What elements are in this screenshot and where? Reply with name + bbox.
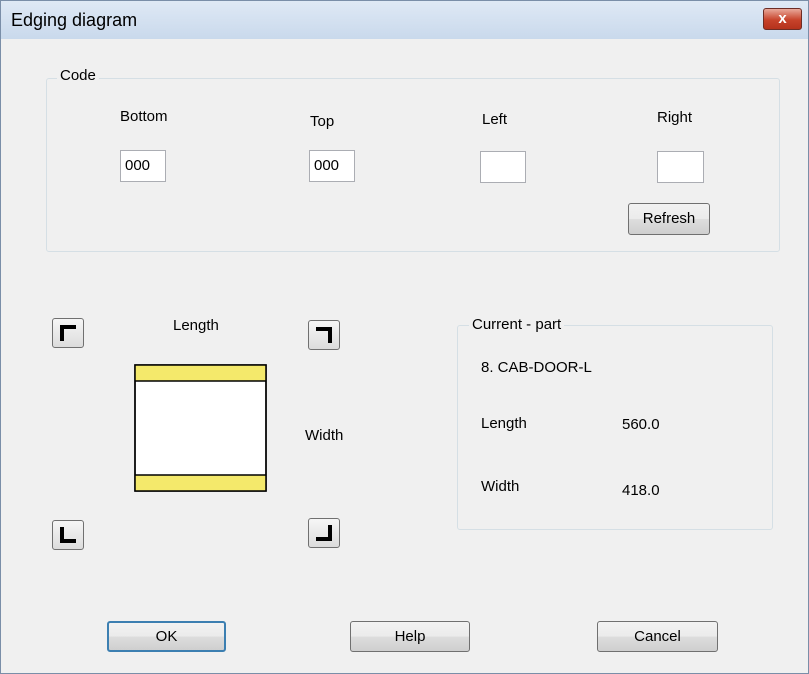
close-button[interactable]: x [763,8,802,30]
diagram-width-label: Width [305,427,344,444]
edging-diagram-dialog: Edging diagram x Code Bottom Top Left Ri… [0,0,809,674]
corner-top-right-icon [316,327,332,343]
bottom-code-input[interactable]: 000 [120,150,166,182]
diagram-length-label: Length [173,317,219,334]
corner-bottom-left-icon [60,527,76,543]
help-button[interactable]: Help [350,621,470,652]
window-title: Edging diagram [11,10,138,30]
right-code-input[interactable] [657,151,704,183]
ok-button[interactable]: OK [107,621,226,652]
code-group-label: Code [57,67,99,84]
bottom-label: Bottom [120,108,168,125]
left-label: Left [482,111,508,128]
part-length-label: Length [481,415,527,432]
top-label: Top [310,113,335,130]
corner-top-left-icon [60,325,76,341]
corner-bottom-left-button[interactable] [52,520,84,550]
bottom-edge-band [135,475,266,491]
top-edge-band [135,365,266,381]
part-width-value: 418.0 [622,482,660,499]
left-code-input[interactable] [480,151,526,183]
cancel-button[interactable]: Cancel [597,621,718,652]
part-edging-diagram [134,364,267,492]
part-name: 8. CAB-DOOR-L [481,359,592,376]
current-part-group-label: Current - part [469,316,565,333]
close-icon: x [778,10,787,27]
title-bar: Edging diagram x [1,1,808,39]
part-rectangle [134,364,267,492]
part-width-label: Width [481,478,520,495]
part-length-value: 560.0 [622,416,660,433]
corner-top-left-button[interactable] [52,318,84,348]
dialog-client-area: Code Bottom Top Left Right 000 000 Refre… [1,39,808,673]
top-code-input[interactable]: 000 [309,150,355,182]
right-label: Right [657,109,693,126]
corner-bottom-right-icon [316,525,332,541]
corner-top-right-button[interactable] [308,320,340,350]
refresh-button[interactable]: Refresh [628,203,710,235]
corner-bottom-right-button[interactable] [308,518,340,548]
